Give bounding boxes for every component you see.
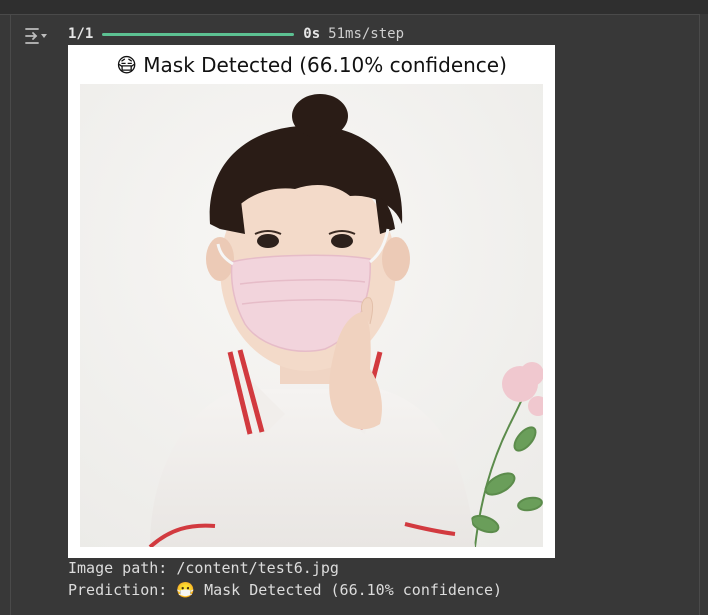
cell-left-border <box>10 14 11 615</box>
photo-illustration <box>80 84 543 547</box>
input-photo-child-wearing-mask <box>80 84 543 547</box>
result-figure: 😷 Mask Detected (66.10% confidence) <box>68 45 555 558</box>
prediction-line: Prediction: 😷 Mask Detected (66.10% conf… <box>68 581 503 599</box>
cell-right-scrollbar-gutter[interactable] <box>699 14 708 615</box>
figure-title: 😷 Mask Detected (66.10% confidence) <box>116 53 507 77</box>
progress-bar-fill <box>102 32 295 36</box>
progress-elapsed-time: 0s <box>303 26 321 42</box>
progress-row: 1/1 0s 51ms/step <box>68 24 404 44</box>
progress-step-time: 51ms/step <box>328 26 405 42</box>
progress-bar <box>102 32 295 36</box>
cell-top-divider <box>0 0 708 15</box>
output-collapse-icon <box>25 28 47 44</box>
output-collapse-button[interactable] <box>22 24 50 48</box>
notebook-output-cell: 1/1 0s 51ms/step 😷 Mask Detected (66.10%… <box>0 0 708 615</box>
image-path-line: Image path: /content/test6.jpg <box>68 559 339 577</box>
progress-count: 1/1 <box>68 26 94 42</box>
